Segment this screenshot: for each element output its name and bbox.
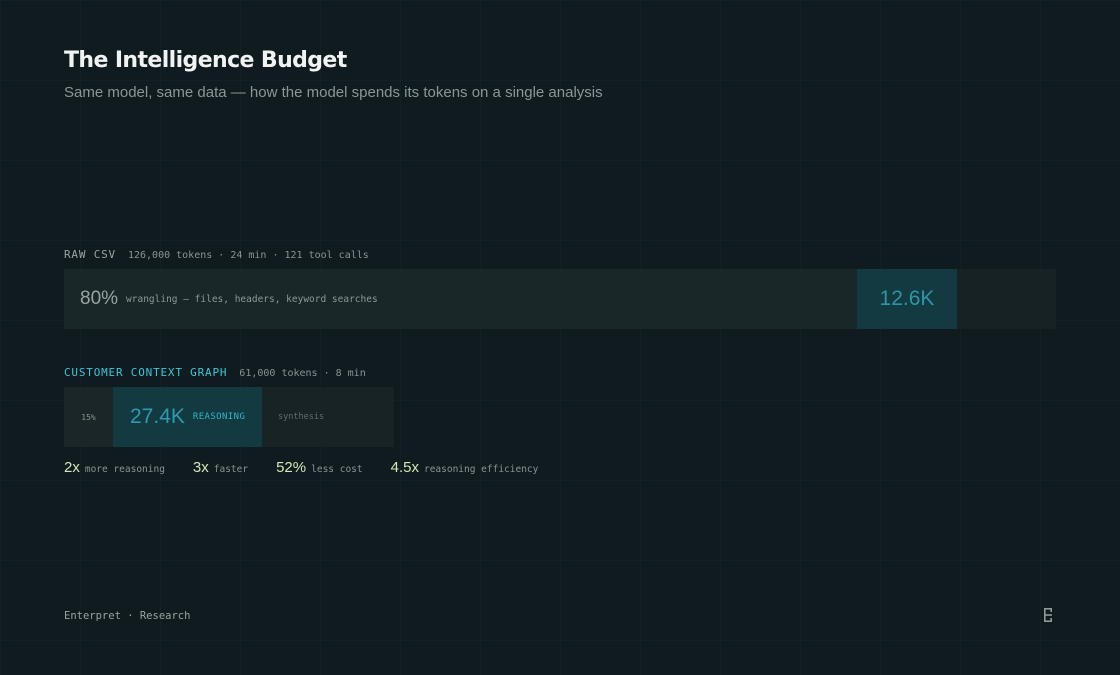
stat-label: faster xyxy=(213,464,249,475)
stat-value: 4.5x xyxy=(390,459,419,476)
raw-csv-reasoning-segment: 12.6K xyxy=(857,269,957,329)
raw-csv-wrangling-segment: 80% wrangling — files, headers, keyword … xyxy=(64,269,857,329)
raw-csv-wrangling-pct: 80% xyxy=(80,288,119,309)
context-graph-reasoning-value: 27.4K xyxy=(130,405,185,428)
stat-item: 2x more reasoning xyxy=(64,459,165,476)
footer-credit: Enterpret · Research xyxy=(64,610,191,622)
raw-csv-token-bar: 80% wrangling — files, headers, keyword … xyxy=(64,269,1056,329)
raw-csv-reasoning-value: 12.6K xyxy=(879,287,935,310)
stat-label: more reasoning xyxy=(84,464,165,475)
enterpret-logo-icon xyxy=(1044,608,1052,622)
context-graph-row-label: CUSTOMER CONTEXT GRAPH 61,000 tokens · 8… xyxy=(64,366,366,379)
context-graph-wrangling-pct: 15% xyxy=(81,412,96,422)
context-graph-synthesis-segment: synthesis xyxy=(262,387,394,447)
context-graph-synthesis-label: synthesis xyxy=(278,412,325,422)
context-graph-wrangling-segment: 15% xyxy=(64,387,113,447)
stat-label: less cost xyxy=(311,464,363,475)
stat-label: reasoning efficiency xyxy=(423,464,539,475)
raw-csv-row-label: RAW CSV 126,000 tokens · 24 min · 121 to… xyxy=(64,248,369,261)
context-graph-token-bar: 15% 27.4K REASONING synthesis xyxy=(64,387,394,447)
stat-item: 4.5x reasoning efficiency xyxy=(391,459,539,476)
stat-value: 3x xyxy=(192,459,209,476)
context-graph-reasoning-segment: 27.4K REASONING xyxy=(113,387,262,447)
stats-row: 2x more reasoning 3x faster 52% less cos… xyxy=(64,459,566,476)
stat-value: 52% xyxy=(276,459,307,476)
raw-csv-name: RAW CSV xyxy=(64,248,116,261)
page-title: The Intelligence Budget xyxy=(64,48,347,73)
context-graph-reasoning-label: REASONING xyxy=(192,412,246,422)
page-subtitle: Same model, same data — how the model sp… xyxy=(64,84,603,101)
stat-item: 52% less cost xyxy=(276,459,363,476)
stat-item: 3x faster xyxy=(193,459,248,476)
raw-csv-meta: 126,000 tokens · 24 min · 121 tool calls xyxy=(127,250,369,261)
stat-value: 2x xyxy=(64,459,80,476)
context-graph-name: CUSTOMER CONTEXT GRAPH xyxy=(64,366,228,379)
raw-csv-wrangling-desc: wrangling — files, headers, keyword sear… xyxy=(126,293,378,305)
context-graph-meta: 61,000 tokens · 8 min xyxy=(239,368,366,379)
